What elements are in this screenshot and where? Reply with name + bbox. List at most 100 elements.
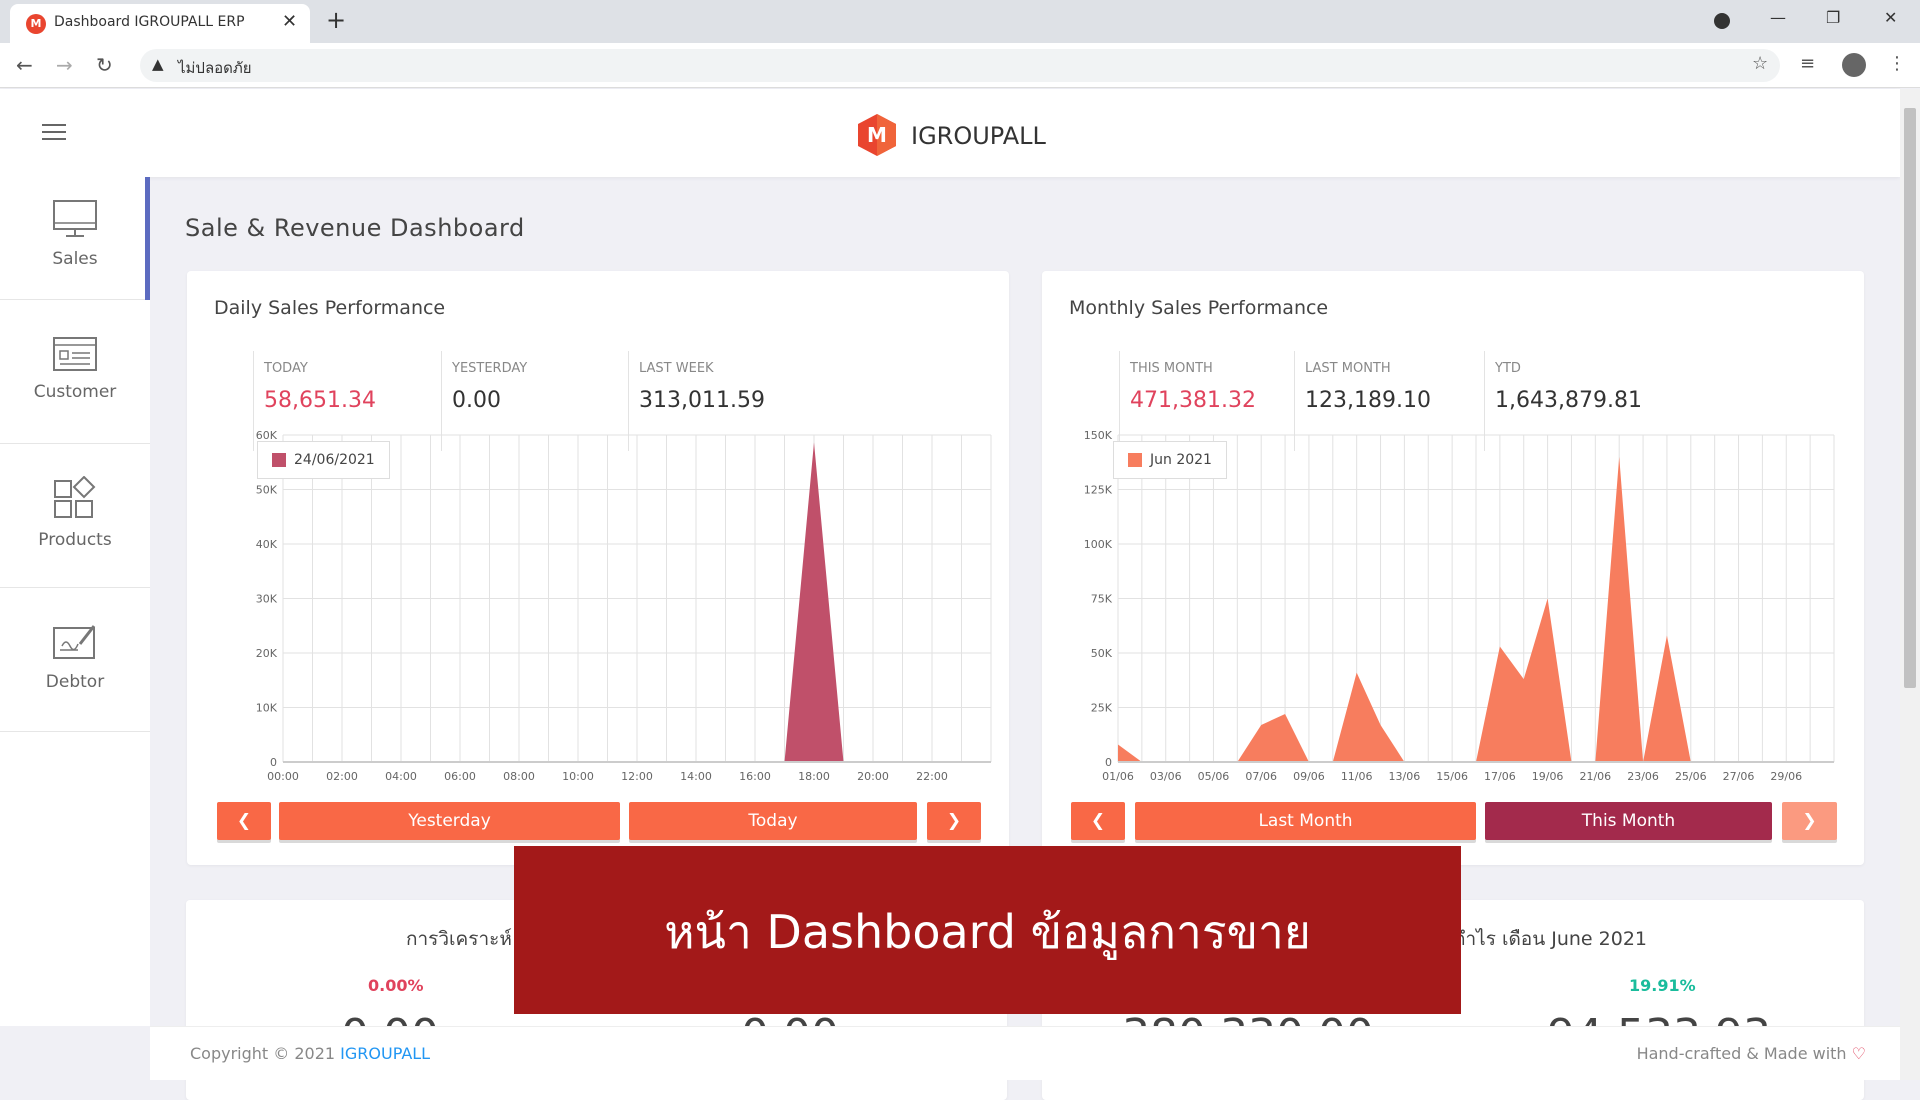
x-tick-label: 04:00 <box>385 770 417 783</box>
profile-menu-icon[interactable] <box>1714 13 1730 29</box>
area-series <box>1118 456 1811 762</box>
stat-value: 58,651.34 <box>264 388 376 413</box>
avatar[interactable] <box>1842 53 1866 77</box>
monitor-icon <box>53 200 97 237</box>
sidebar-item-sales[interactable]: Sales <box>0 177 150 300</box>
minimize-icon[interactable]: — <box>1770 8 1786 27</box>
profit-percent: 19.91% <box>1629 976 1696 995</box>
x-tick-label: 27/06 <box>1723 770 1755 783</box>
x-tick-label: 08:00 <box>503 770 535 783</box>
this-month-button[interactable]: This Month <box>1485 802 1772 840</box>
browser-tab[interactable]: M Dashboard IGROUPALL ERP ✕ <box>10 4 310 43</box>
footer-credit: Hand-crafted & Made with ♡ <box>1637 1044 1866 1063</box>
sidebar-item-label: Customer <box>33 382 117 402</box>
browser-menu-icon[interactable]: ⋮ <box>1888 53 1906 74</box>
y-tick-label: 0 <box>270 756 277 769</box>
brand-name: IGROUPALL <box>911 122 1046 150</box>
tab-title: Dashboard IGROUPALL ERP <box>54 14 245 30</box>
x-tick-label: 22:00 <box>916 770 948 783</box>
x-tick-label: 25/06 <box>1675 770 1707 783</box>
area-series <box>283 442 962 762</box>
credit-text: Hand-crafted & Made with <box>1636 1044 1847 1063</box>
stat-value: 123,189.10 <box>1305 388 1431 413</box>
brand-link[interactable]: IGROUPALL <box>340 1044 430 1063</box>
chart-legend: 24/06/2021 <box>257 441 390 479</box>
x-tick-label: 02:00 <box>326 770 358 783</box>
card-title: Monthly Sales Performance <box>1069 297 1329 319</box>
stat-label: THIS MONTH <box>1130 361 1213 376</box>
address-input[interactable]: ▲ ไม่ปลอดภัย <box>140 49 1780 82</box>
page-title: Sale & Revenue Dashboard <box>185 214 525 242</box>
restore-icon[interactable]: ❐ <box>1826 8 1840 27</box>
prev-day-button[interactable]: ❮ <box>217 802 271 840</box>
y-tick-label: 50K <box>1091 647 1113 660</box>
stat-label: TODAY <box>264 361 308 376</box>
stat-label: LAST MONTH <box>1305 361 1391 376</box>
signature-icon <box>53 625 96 659</box>
x-tick-label: 03/06 <box>1150 770 1182 783</box>
yesterday-button[interactable]: Yesterday <box>279 802 620 840</box>
legend-label: Jun 2021 <box>1150 452 1212 468</box>
y-tick-label: 25K <box>1091 702 1113 715</box>
today-button[interactable]: Today <box>629 802 917 840</box>
legend-swatch <box>272 453 286 467</box>
stat-value: 313,011.59 <box>639 388 765 413</box>
favicon-icon: M <box>26 14 46 34</box>
x-tick-label: 00:00 <box>267 770 299 783</box>
footer: Copyright © 2021 IGROUPALL Hand-crafted … <box>150 1026 1900 1080</box>
next-day-button[interactable]: ❯ <box>927 802 981 840</box>
close-window-icon[interactable]: ✕ <box>1884 8 1897 27</box>
x-tick-label: 09/06 <box>1293 770 1325 783</box>
forward-icon[interactable]: → <box>56 53 73 77</box>
last-month-button[interactable]: Last Month <box>1135 802 1476 840</box>
x-tick-label: 16:00 <box>739 770 771 783</box>
browser-tab-bar: M Dashboard IGROUPALL ERP ✕ + — ❐ ✕ <box>0 0 1920 43</box>
svg-text:M: M <box>867 123 887 147</box>
scrollbar-thumb[interactable] <box>1904 108 1916 688</box>
stat-value: 0.00 <box>452 388 501 413</box>
logo-icon: M <box>858 114 896 156</box>
x-tick-label: 21/06 <box>1579 770 1611 783</box>
close-tab-icon[interactable]: ✕ <box>282 11 297 32</box>
bookmark-star-icon[interactable]: ☆ <box>1752 53 1768 74</box>
back-icon[interactable]: ← <box>16 53 33 77</box>
analysis-title: การวิเคราะห์ <box>406 928 512 950</box>
x-tick-label: 18:00 <box>798 770 830 783</box>
x-tick-label: 05/06 <box>1198 770 1230 783</box>
stat-label: YESTERDAY <box>452 361 528 376</box>
x-tick-label: 17/06 <box>1484 770 1516 783</box>
x-tick-label: 06:00 <box>444 770 476 783</box>
sidebar-item-label: Products <box>38 530 112 550</box>
hamburger-menu-icon[interactable] <box>42 124 66 142</box>
legend-label: 24/06/2021 <box>294 452 375 468</box>
active-indicator <box>145 177 150 300</box>
grid-icon <box>54 476 96 518</box>
next-month-button[interactable]: ❯ <box>1782 802 1837 840</box>
chart-legend: Jun 2021 <box>1113 441 1227 479</box>
heart-icon: ♡ <box>1851 1044 1866 1063</box>
y-tick-label: 150K <box>1084 429 1113 442</box>
legend-swatch <box>1128 453 1142 467</box>
y-tick-label: 0 <box>1105 756 1112 769</box>
y-tick-label: 20K <box>256 647 278 660</box>
sidebar-item-debtor[interactable]: Debtor <box>0 588 150 732</box>
reload-icon[interactable]: ↻ <box>96 53 113 77</box>
new-tab-button[interactable]: + <box>326 6 346 34</box>
card-title: Daily Sales Performance <box>214 297 446 319</box>
x-tick-label: 12:00 <box>621 770 653 783</box>
prev-month-button[interactable]: ❮ <box>1071 802 1125 840</box>
media-icon[interactable]: ≡ <box>1800 53 1815 74</box>
sidebar-item-label: Sales <box>52 249 98 269</box>
x-tick-label: 01/06 <box>1102 770 1134 783</box>
x-tick-label: 14:00 <box>680 770 712 783</box>
sidebar-item-customer[interactable]: Customer <box>0 300 150 444</box>
x-tick-label: 23/06 <box>1627 770 1659 783</box>
security-status: ไม่ปลอดภัย <box>178 59 252 77</box>
sidebar-item-label: Debtor <box>45 672 105 692</box>
profit-title: กำไร เดือน June 2021 <box>1454 928 1648 950</box>
monthly-sales-card: Monthly Sales Performance THIS MONTH 471,… <box>1042 271 1864 865</box>
sidebar-item-products[interactable]: Products <box>0 444 150 588</box>
y-tick-label: 40K <box>256 538 278 551</box>
address-bar-row: ← → ↻ ▲ ไม่ปลอดภัย ☆ ≡ ⋮ <box>0 43 1920 88</box>
x-tick-label: 10:00 <box>562 770 594 783</box>
